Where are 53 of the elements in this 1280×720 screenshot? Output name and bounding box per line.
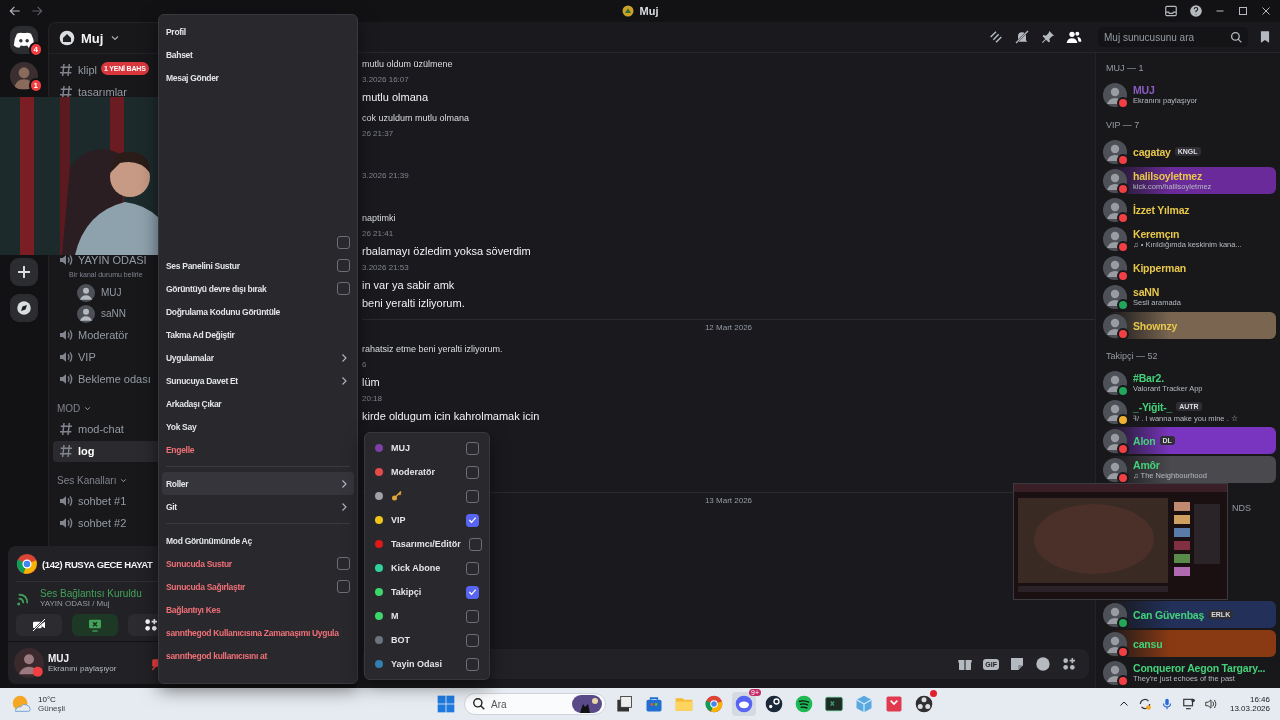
reply-preview: mutlu oldum üzülmene	[362, 59, 454, 71]
member-name: Amôr	[1133, 459, 1160, 471]
message-text: mutlu olmana	[362, 91, 430, 105]
connection-status: Ses Bağlantısı Kuruldu	[40, 588, 142, 599]
timestamp: 26 21:37	[362, 129, 395, 140]
member-name: saNN	[1133, 286, 1160, 298]
member-name: Keremçın	[1133, 228, 1180, 240]
channel-name: Moderatör	[78, 329, 129, 341]
section-header: MUJ — 1	[1106, 63, 1145, 73]
message-text: rbalamayı özledim yoksa söverdim	[362, 245, 532, 259]
timestamp: 6	[362, 360, 368, 371]
activity-title: (142) RUSYA GECE HAYAT	[42, 558, 153, 570]
temperature: 10°C	[38, 695, 57, 704]
window-title: Muj	[639, 5, 659, 17]
member-name: İzzet Yılmaz	[1133, 203, 1190, 216]
channel-name: klipl	[78, 64, 97, 76]
timestamp: 3.2026 16:07	[362, 75, 410, 86]
member-name: #Bar2.	[1133, 372, 1164, 384]
member-name: Kipperman	[1133, 261, 1187, 274]
timestamp: 20:18	[362, 394, 384, 405]
member-name: Can Güvenbaş	[1133, 608, 1205, 621]
timestamp: 26 21:41	[362, 229, 395, 240]
reply-preview: naptimki	[362, 213, 397, 225]
section-header: NDS	[1232, 503, 1252, 513]
message-text: lüm	[362, 376, 381, 390]
channel-name: mod-chat	[78, 423, 124, 435]
channel-name: sohbet #1	[78, 495, 127, 507]
channel-name: YAYIN ODASI	[78, 254, 147, 266]
weather-condition: Güneşli	[38, 704, 66, 713]
member-name: MUJ	[1133, 84, 1155, 96]
channel-name: VIP	[78, 351, 96, 363]
member-name: Alon	[1133, 434, 1156, 447]
channel-name: sohbet #2	[78, 517, 127, 529]
reply-preview: cok uzuldum mutlu olmana	[362, 113, 471, 125]
section-header: Takipçi — 52	[1106, 351, 1159, 361]
message-text: kirde oldugum icin kahrolmamak icin	[362, 410, 541, 424]
message-text: in var ya sabir amk	[362, 279, 456, 293]
member-name: cansu	[1133, 637, 1163, 650]
channel-name: Bekleme odası	[78, 373, 151, 385]
user-name: MUJ	[48, 653, 71, 664]
member-name: cagatay	[1133, 145, 1171, 158]
member-name: Shownzy	[1133, 319, 1178, 332]
user-status: Ekranını paylaşıyor	[48, 664, 117, 673]
member-name: halilsoyletmez	[1133, 170, 1202, 182]
member-name: Conqueror Aegon Targary...	[1133, 662, 1266, 674]
message-text: beni yeralti izliyorum.	[362, 297, 466, 311]
section-header: VIP — 7	[1106, 120, 1141, 130]
timestamp: 3.2026 21:39	[362, 171, 410, 182]
timestamp: 3.2026 21:53	[362, 263, 410, 274]
member-name: _-Yiğit-_	[1133, 400, 1173, 413]
channel-name: tasarımlar	[78, 86, 127, 98]
reply-preview: rahatsiz etme beni yeralti izliyorum.	[362, 344, 504, 356]
channel-name: log	[78, 445, 95, 457]
